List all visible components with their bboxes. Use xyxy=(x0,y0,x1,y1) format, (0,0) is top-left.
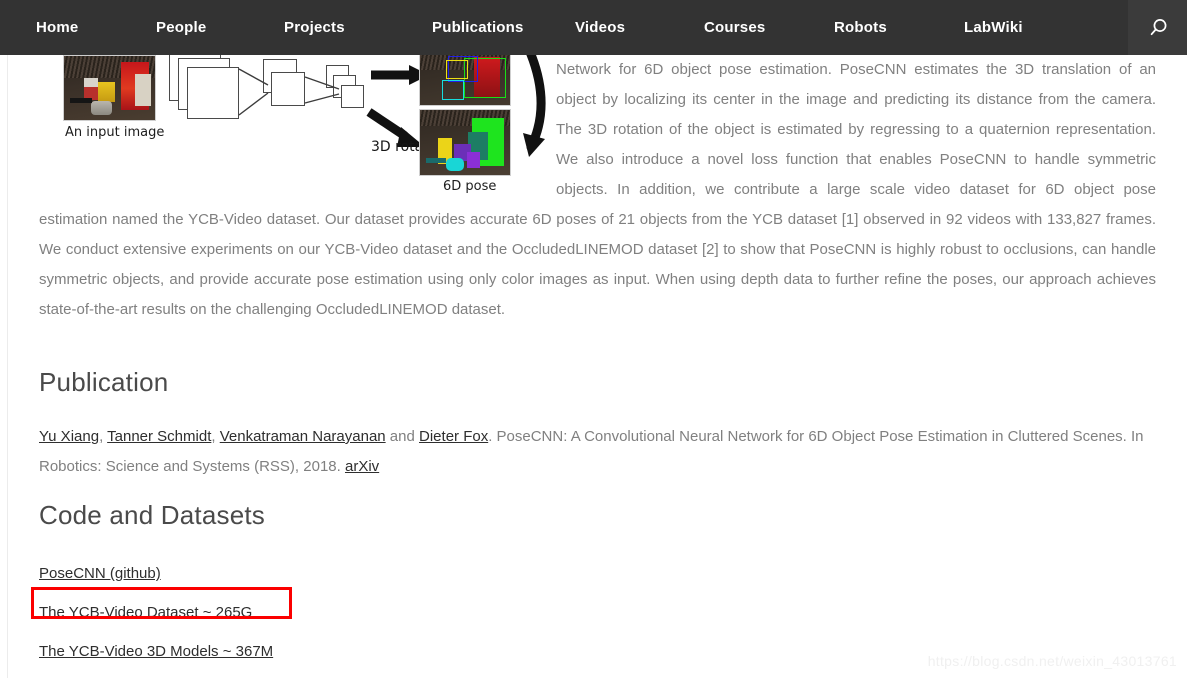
author-link-tanner-schmidt[interactable]: Tanner Schmidt xyxy=(107,428,211,445)
publication-citation: Yu Xiang, Tanner Schmidt, Venkatraman Na… xyxy=(39,422,1156,482)
figure-canvas: An input image 3D rotation 6D pose xyxy=(61,55,556,200)
author-sep-1: , xyxy=(99,428,108,445)
author-link-yu-xiang[interactable]: Yu Xiang xyxy=(39,428,99,445)
link-ycb-video-3d-models[interactable]: The YCB-Video 3D Models ~ 367M xyxy=(39,643,273,660)
dataset-link-row: The YCB-Video Dataset Toolbox (github) xyxy=(39,671,1156,678)
nav-item-labwiki[interactable]: LabWiki xyxy=(964,0,1084,55)
author-link-dieter-fox[interactable]: Dieter Fox xyxy=(419,428,488,445)
link-posecnn-github[interactable]: PoseCNN (github) xyxy=(39,565,161,582)
nav-item-projects[interactable]: Projects xyxy=(284,0,432,55)
nav-item-people[interactable]: People xyxy=(156,0,284,55)
curved-arrow xyxy=(523,55,546,157)
search-icon xyxy=(1150,18,1166,35)
pose-result-photo xyxy=(419,109,511,176)
dataset-link-row-highlighted: The YCB-Video Dataset ~ 265G xyxy=(31,587,1156,632)
publication-heading: Publication xyxy=(39,367,169,397)
pose-caption: 6D pose xyxy=(443,179,497,194)
content-column: An input image 3D rotation 6D pose Netwo… xyxy=(8,55,1187,678)
detection-result-photo xyxy=(419,55,511,106)
link-ycb-video-dataset[interactable]: The YCB-Video Dataset ~ 265G xyxy=(39,604,252,621)
author-link-venkatraman-narayanan[interactable]: Venkatraman Narayanan xyxy=(220,428,386,445)
nav-item-courses[interactable]: Courses xyxy=(704,0,834,55)
arxiv-link[interactable]: arXiv xyxy=(345,458,379,475)
page-container: An input image 3D rotation 6D pose Netwo… xyxy=(7,55,1187,678)
dataset-link-row: PoseCNN (github) xyxy=(39,554,1156,593)
nav-item-publications[interactable]: Publications xyxy=(432,0,575,55)
nav-item-videos[interactable]: Videos xyxy=(575,0,704,55)
posecnn-architecture-figure: An input image 3D rotation 6D pose xyxy=(61,55,556,200)
top-navigation-bar: Home People Projects Publications Videos… xyxy=(0,0,1187,55)
nav-links-group: Home People Projects Publications Videos… xyxy=(0,0,1128,55)
highlighted-link-wrapper: The YCB-Video Dataset ~ 265G xyxy=(31,587,292,632)
search-button[interactable] xyxy=(1128,0,1187,55)
watermark-text: https://blog.csdn.net/weixin_43013761 xyxy=(927,653,1177,669)
author-sep-2: , xyxy=(211,428,220,445)
code-and-datasets-heading: Code and Datasets xyxy=(39,500,265,530)
author-conjunction: and xyxy=(385,428,420,445)
nav-item-home[interactable]: Home xyxy=(36,0,156,55)
nav-item-robots[interactable]: Robots xyxy=(834,0,964,55)
